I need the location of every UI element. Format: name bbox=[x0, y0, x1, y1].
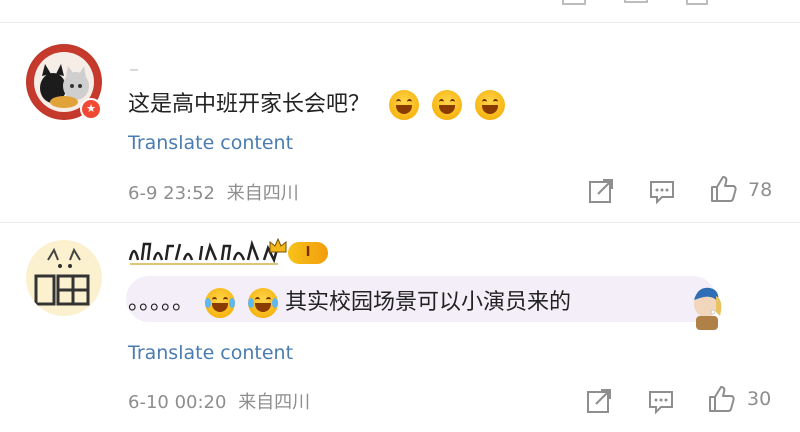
comment-icon[interactable] bbox=[622, 0, 652, 8]
previous-comment-footer bbox=[0, 0, 800, 23]
timestamp: 6-10 00:20 bbox=[128, 392, 227, 413]
comment-meta: 6-10 00:20 来自四川 bbox=[128, 388, 310, 414]
share-icon[interactable] bbox=[586, 176, 616, 206]
laughing-emoji-icon bbox=[475, 90, 506, 120]
crying-laughing-emoji-icon bbox=[205, 288, 236, 318]
verified-badge-icon: ★ bbox=[80, 98, 102, 120]
comment-icon[interactable] bbox=[647, 176, 677, 206]
crown-icon bbox=[269, 237, 287, 253]
comment-item: I 。。。。。 其实校园场景可以小演员来的 Translate content … bbox=[0, 224, 800, 432]
translate-link[interactable]: Translate content bbox=[128, 132, 293, 154]
avatar-cat-text-icon bbox=[26, 240, 102, 316]
username-graffiti[interactable] bbox=[128, 238, 288, 266]
comment-text: 这是高中班开家长会吧？ bbox=[128, 92, 371, 117]
location: 来自四川 bbox=[238, 392, 311, 413]
like-icon[interactable] bbox=[684, 0, 714, 8]
like-icon[interactable] bbox=[708, 174, 738, 204]
translate-link[interactable]: Translate content bbox=[128, 342, 293, 364]
comment-meta: 6-9 23:52 来自四川 bbox=[128, 179, 299, 205]
username-graffiti-text bbox=[128, 239, 280, 265]
comment-text-row: 。。。。。 其实校园场景可以小演员来的 bbox=[128, 284, 571, 318]
share-icon[interactable] bbox=[560, 0, 590, 8]
username[interactable] bbox=[130, 66, 230, 74]
comment-text-row: 这是高中班开家长会吧？ bbox=[128, 86, 506, 120]
crying-laughing-emoji-icon bbox=[248, 288, 279, 318]
ellipsis-dots: 。。。。。 bbox=[128, 290, 195, 315]
laughing-emoji-icon bbox=[389, 90, 420, 120]
location: 来自四川 bbox=[226, 183, 299, 204]
share-icon[interactable] bbox=[584, 386, 614, 416]
avatar[interactable] bbox=[26, 240, 102, 316]
like-icon[interactable] bbox=[706, 384, 736, 414]
comment-text: 其实校园场景可以小演员来的 bbox=[285, 290, 572, 315]
girl-with-pearl-earring-sticker-icon bbox=[694, 287, 722, 330]
comment-icon[interactable] bbox=[646, 386, 676, 416]
timestamp: 6-9 23:52 bbox=[128, 183, 215, 204]
like-count: 78 bbox=[748, 179, 773, 201]
level-badge: I bbox=[288, 242, 328, 264]
like-count: 30 bbox=[747, 388, 772, 410]
comment-item: ★ 这是高中班开家长会吧？ Translate content 6-9 23:5… bbox=[0, 26, 800, 223]
laughing-emoji-icon bbox=[432, 90, 463, 120]
